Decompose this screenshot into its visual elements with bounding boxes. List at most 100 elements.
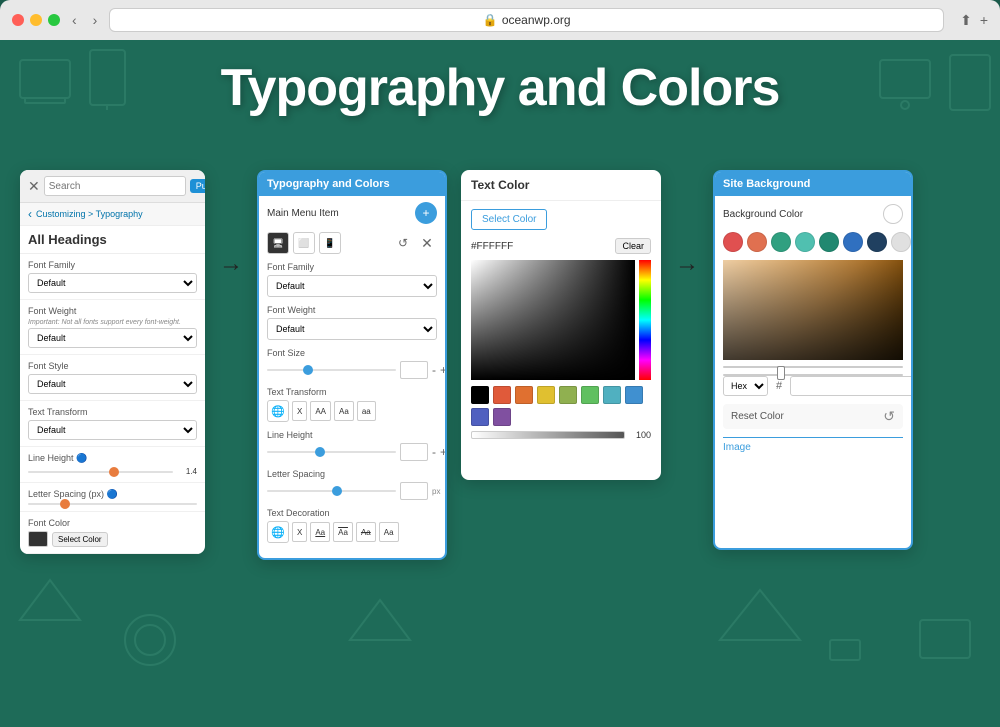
textcolor-header: Text Color bbox=[461, 170, 661, 201]
swatch-lime[interactable] bbox=[559, 386, 577, 404]
typo-line-height-slider[interactable] bbox=[267, 451, 396, 453]
line-height-minus-button[interactable]: - bbox=[432, 445, 436, 459]
deco-none-button[interactable]: X bbox=[292, 522, 307, 542]
color-dot-7[interactable] bbox=[867, 232, 887, 252]
deco-globe-button[interactable]: 🌐 bbox=[267, 521, 289, 543]
bg-color-row: Background Color bbox=[723, 204, 903, 224]
deco-linethrough-button[interactable]: Aa bbox=[356, 522, 376, 542]
new-tab-button[interactable]: + bbox=[980, 12, 988, 29]
hex-mode-select[interactable]: Hex bbox=[723, 376, 768, 396]
swatch-red[interactable] bbox=[493, 386, 511, 404]
clear-button[interactable]: Clear bbox=[615, 238, 651, 254]
swatch-purple[interactable] bbox=[493, 408, 511, 426]
back-button[interactable]: ‹ bbox=[68, 10, 81, 30]
close-button[interactable]: ✕ bbox=[417, 233, 437, 253]
customizer-search-input[interactable] bbox=[44, 176, 186, 196]
color-dot-4[interactable] bbox=[795, 232, 815, 252]
typo-line-height-label: Line Height bbox=[267, 430, 437, 440]
sitebg-body: Background Color ✕ bbox=[715, 196, 911, 461]
typo-font-weight-select[interactable]: Default bbox=[267, 318, 437, 340]
swatch-black[interactable] bbox=[471, 386, 489, 404]
typo-panel-body: Main Menu Item + 🖥 ⬜ 📱 ↺ ✕ Font Family D… bbox=[259, 196, 445, 557]
sitebg-gradient-area[interactable] bbox=[723, 260, 903, 360]
panels-row: ✕ Published ‹ Customizing > Typography A… bbox=[20, 170, 980, 560]
transform-globe-button[interactable]: 🌐 bbox=[267, 400, 289, 422]
mobile-icon-button[interactable]: 📱 bbox=[319, 232, 341, 254]
font-family-label: Font Family bbox=[28, 260, 197, 270]
font-family-select[interactable]: Default bbox=[28, 273, 197, 293]
typo-font-family-select[interactable]: Default bbox=[267, 275, 437, 297]
picker-spectrum-bar[interactable] bbox=[639, 260, 651, 380]
typo-panel-header: Typography and Colors bbox=[259, 172, 445, 196]
customizer-close-button[interactable]: ✕ bbox=[28, 178, 40, 195]
bg-color-circle[interactable] bbox=[883, 204, 903, 224]
typo-letter-spacing-slider[interactable] bbox=[267, 490, 396, 492]
maximize-traffic-light[interactable] bbox=[48, 14, 60, 26]
reset-button[interactable]: ↺ bbox=[393, 233, 413, 253]
typo-font-size-input[interactable] bbox=[400, 361, 428, 379]
font-select-color-button[interactable]: Select Color bbox=[52, 532, 108, 547]
panel-customizer: ✕ Published ‹ Customizing > Typography A… bbox=[20, 170, 205, 554]
select-color-button[interactable]: Select Color bbox=[471, 209, 547, 230]
typo-line-height-input[interactable] bbox=[400, 443, 428, 461]
sitebg-hue-bar[interactable] bbox=[723, 366, 903, 368]
color-dot-3[interactable] bbox=[771, 232, 791, 252]
letter-spacing-slider[interactable] bbox=[28, 503, 197, 505]
bg-color-label: Background Color bbox=[723, 209, 803, 220]
letter-spacing-field: Letter Spacing (px) 🔵 bbox=[20, 483, 205, 512]
typo-font-size-slider-row: - + bbox=[267, 361, 437, 379]
color-dots-row: ✕ bbox=[723, 232, 903, 252]
typo-text-decoration-field: Text Decoration 🌐 X Aa Aa Aa Aa bbox=[267, 508, 437, 543]
font-weight-select[interactable]: Default bbox=[28, 328, 197, 348]
transform-none-button[interactable]: X bbox=[292, 401, 307, 421]
opacity-row: 100 bbox=[471, 430, 651, 440]
swatch-orange[interactable] bbox=[515, 386, 533, 404]
font-size-minus-button[interactable]: - bbox=[432, 363, 436, 377]
reset-icon[interactable]: ↺ bbox=[883, 408, 895, 425]
color-dot-5[interactable] bbox=[819, 232, 839, 252]
deco-overline-button[interactable]: Aa bbox=[333, 522, 353, 542]
picker-gradient-area[interactable] bbox=[471, 260, 635, 380]
transform-options-row: 🌐 X AA Aa aa bbox=[267, 400, 437, 422]
typo-font-size-slider[interactable] bbox=[267, 369, 396, 371]
menu-item-add-button[interactable]: + bbox=[415, 202, 437, 224]
color-dot-6[interactable] bbox=[843, 232, 863, 252]
line-height-field: Line Height 🔵 1.4 bbox=[20, 447, 205, 483]
font-style-label: Font Style bbox=[28, 361, 197, 371]
customizer-publish-button[interactable]: Published bbox=[190, 179, 205, 193]
reset-color-button[interactable]: Reset Color bbox=[731, 411, 784, 422]
close-traffic-light[interactable] bbox=[12, 14, 24, 26]
transform-capitalize-button[interactable]: Aa bbox=[334, 401, 354, 421]
text-transform-select[interactable]: Default bbox=[28, 420, 197, 440]
opacity-bar[interactable] bbox=[471, 431, 625, 439]
transform-lowercase-button[interactable]: aa bbox=[357, 401, 376, 421]
swatch-green[interactable] bbox=[581, 386, 599, 404]
typo-letter-spacing-input[interactable] bbox=[400, 482, 428, 500]
swatch-teal[interactable] bbox=[603, 386, 621, 404]
swatch-blue[interactable] bbox=[625, 386, 643, 404]
desktop-icon-button[interactable]: 🖥 bbox=[267, 232, 289, 254]
color-dot-2[interactable] bbox=[747, 232, 767, 252]
color-dot-1[interactable] bbox=[723, 232, 743, 252]
deco-underline-button[interactable]: Aa bbox=[310, 522, 330, 542]
arrow-1: → bbox=[219, 250, 243, 278]
line-height-label: Line Height 🔵 bbox=[28, 453, 197, 464]
back-icon[interactable]: ‹ bbox=[28, 207, 32, 221]
swatch-indigo[interactable] bbox=[471, 408, 489, 426]
spectrum-bars bbox=[723, 366, 903, 376]
line-height-slider[interactable] bbox=[28, 471, 173, 473]
minimize-traffic-light[interactable] bbox=[30, 14, 42, 26]
share-button[interactable]: ⬆ bbox=[960, 12, 972, 29]
tablet-icon-button[interactable]: ⬜ bbox=[293, 232, 315, 254]
url-bar[interactable]: 🔒 oceanwp.org bbox=[109, 8, 944, 32]
hex-value-input[interactable]: FDFAF7 bbox=[790, 376, 913, 396]
deco-other-button[interactable]: Aa bbox=[379, 522, 399, 542]
color-dot-white[interactable] bbox=[891, 232, 911, 252]
font-color-swatch[interactable] bbox=[28, 531, 48, 547]
transform-uppercase-button[interactable]: AA bbox=[310, 401, 331, 421]
swatch-yellow[interactable] bbox=[537, 386, 555, 404]
font-size-plus-button[interactable]: + bbox=[440, 363, 447, 377]
font-style-select[interactable]: Default bbox=[28, 374, 197, 394]
forward-button[interactable]: › bbox=[89, 10, 102, 30]
line-height-plus-button[interactable]: + bbox=[440, 445, 447, 459]
